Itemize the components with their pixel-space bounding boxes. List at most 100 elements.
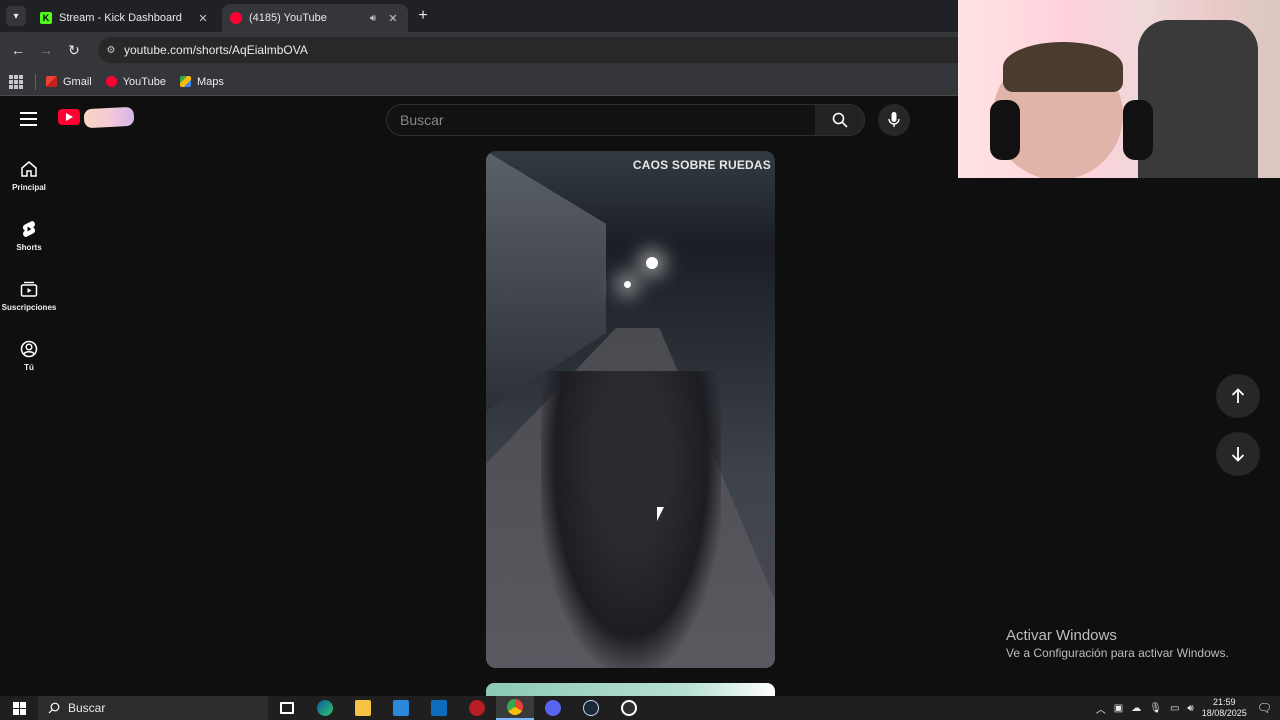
clock-date: 18/08/2025 (1201, 708, 1247, 718)
start-button[interactable] (0, 696, 38, 720)
youtube-icon (105, 76, 117, 87)
tab-close-icon[interactable]: ✕ (196, 12, 210, 25)
windows-taskbar: Buscar ︿ ▣ ☁︎ 🎙︎ ▭ 🔊︎ 21:59 18/08/2025 🗨… (0, 696, 1280, 720)
taskbar-obs[interactable] (610, 696, 648, 720)
tab-audio-icon[interactable]: 🔊︎ (366, 13, 380, 24)
webcam-headset (1123, 100, 1153, 160)
next-short-preview[interactable] (486, 683, 775, 697)
obs-icon (621, 700, 637, 716)
arrow-down-icon (1231, 447, 1245, 462)
taskbar-chrome[interactable] (496, 696, 534, 720)
taskbar-clock[interactable]: 21:59 18/08/2025 (1202, 697, 1247, 719)
new-tab-plus-icon[interactable]: + (414, 8, 432, 26)
guide-label: Suscripciones (1, 303, 57, 312)
clock-time: 21:59 (1212, 697, 1236, 707)
guide-item-shorts[interactable]: Shorts (0, 220, 58, 252)
bookmarks-divider (35, 73, 36, 90)
account-circle-icon (20, 340, 38, 358)
tab-close-icon[interactable]: ✕ (386, 12, 400, 25)
home-icon (21, 161, 37, 177)
search-icon (832, 112, 848, 128)
windows-logo-icon (12, 701, 26, 715)
edge-icon (317, 700, 333, 716)
guide-label: Principal (12, 183, 46, 192)
taskbar-store[interactable] (382, 696, 420, 720)
system-tray: ︿ ▣ ☁︎ 🎙︎ ▭ 🔊︎ 21:59 18/08/2025 🗨︎ (1096, 696, 1280, 720)
taskbar-search-box[interactable]: Buscar (38, 696, 268, 720)
mouse-cursor-icon (657, 507, 664, 521)
video-frame-streetlight (646, 257, 658, 269)
bookmark-label: Maps (196, 75, 224, 88)
guide-item-subscriptions[interactable]: Suscripciones (0, 280, 58, 312)
tab-kick-dashboard[interactable]: K Stream - Kick Dashboard ✕ (32, 4, 218, 32)
next-short-button[interactable] (1216, 432, 1260, 476)
back-arrow-icon[interactable]: ← (8, 40, 28, 60)
guide-item-home[interactable]: Principal (0, 160, 58, 192)
search-button[interactable] (815, 104, 865, 136)
bookmark-label: Gmail (63, 75, 92, 88)
video-frame-rider (541, 371, 721, 668)
video-frame-streetlight (624, 281, 631, 288)
outlook-icon (431, 700, 447, 716)
site-info-icon[interactable]: ⚙︎ (98, 45, 124, 56)
subscriptions-icon (20, 281, 38, 297)
taskbar-outlook[interactable] (420, 696, 458, 720)
task-view-button[interactable] (268, 696, 306, 720)
tray-volume-icon[interactable]: 🔊︎ (1187, 703, 1193, 714)
hamburger-menu-icon[interactable] (20, 112, 37, 126)
microphone-icon (888, 112, 900, 127)
youtube-doodle-logo[interactable] (83, 106, 135, 129)
forward-arrow-icon[interactable]: → (36, 40, 56, 60)
activate-subtitle: Ve a Configuración para activar Windows. (1006, 646, 1229, 660)
youtube-logo-icon[interactable] (58, 109, 80, 125)
bookmark-maps[interactable]: Maps (179, 75, 224, 88)
discord-icon (545, 700, 561, 716)
search-placeholder: Buscar (400, 112, 444, 128)
reload-icon[interactable]: ↻ (64, 40, 84, 60)
tab-youtube[interactable]: (4185) YouTube 🔊︎ ✕ (222, 4, 408, 32)
tray-microphone-icon[interactable]: 🎙︎ (1149, 703, 1162, 714)
store-icon (393, 700, 409, 716)
taskbar-file-explorer[interactable] (344, 696, 382, 720)
tray-cloud-icon[interactable]: ☁︎ (1131, 703, 1141, 714)
previous-short-button[interactable] (1216, 374, 1260, 418)
kick-favicon-icon: K (40, 12, 52, 24)
youtube-header: Buscar (0, 97, 960, 143)
bookmark-label: YouTube (122, 75, 166, 88)
taskbar-app-red[interactable] (458, 696, 496, 720)
taskbar-edge[interactable] (306, 696, 344, 720)
webcam-headset (990, 100, 1020, 160)
notifications-icon[interactable]: 🗨︎ (1257, 701, 1272, 715)
webcam-person-hair (1003, 42, 1123, 92)
tray-overflow-chevron-icon[interactable]: ︿ (1096, 701, 1106, 716)
tab-title: (4185) YouTube (249, 12, 327, 24)
red-app-icon (469, 700, 485, 716)
webcam-chair (1138, 20, 1258, 178)
guide-item-you[interactable]: Tú (0, 340, 58, 372)
activate-title: Activar Windows (1006, 627, 1117, 644)
bookmark-gmail[interactable]: Gmail (46, 76, 92, 88)
url-text: youtube.com/shorts/AqEialmbOVA (124, 43, 308, 57)
taskbar-search-placeholder: Buscar (68, 701, 106, 715)
bookmark-youtube[interactable]: YouTube (105, 75, 166, 88)
tray-network-icon[interactable]: ▭ (1170, 703, 1179, 714)
chrome-icon (507, 699, 523, 715)
voice-search-button[interactable] (878, 104, 910, 136)
taskbar-steam[interactable] (572, 696, 610, 720)
maps-icon (179, 76, 191, 87)
youtube-favicon-icon (230, 12, 242, 24)
search-icon (48, 702, 60, 714)
gmail-icon (46, 76, 57, 87)
arrow-up-icon (1231, 388, 1245, 403)
video-watermark: CAOS SOBRE RUEDAS (632, 158, 771, 172)
apps-grid-icon[interactable] (9, 74, 23, 89)
search-input[interactable]: Buscar (386, 104, 816, 136)
steam-icon (583, 700, 599, 716)
address-bar[interactable]: ⚙︎ youtube.com/shorts/AqEialmbOVA (98, 37, 978, 63)
taskbar-discord[interactable] (534, 696, 572, 720)
shorts-icon (22, 221, 36, 237)
folder-icon (355, 700, 371, 716)
short-video-player[interactable]: CAOS SOBRE RUEDAS (486, 151, 775, 668)
tray-app-icon[interactable]: ▣ (1114, 703, 1123, 714)
tab-search-chevron-icon[interactable]: ▾ (6, 6, 26, 26)
